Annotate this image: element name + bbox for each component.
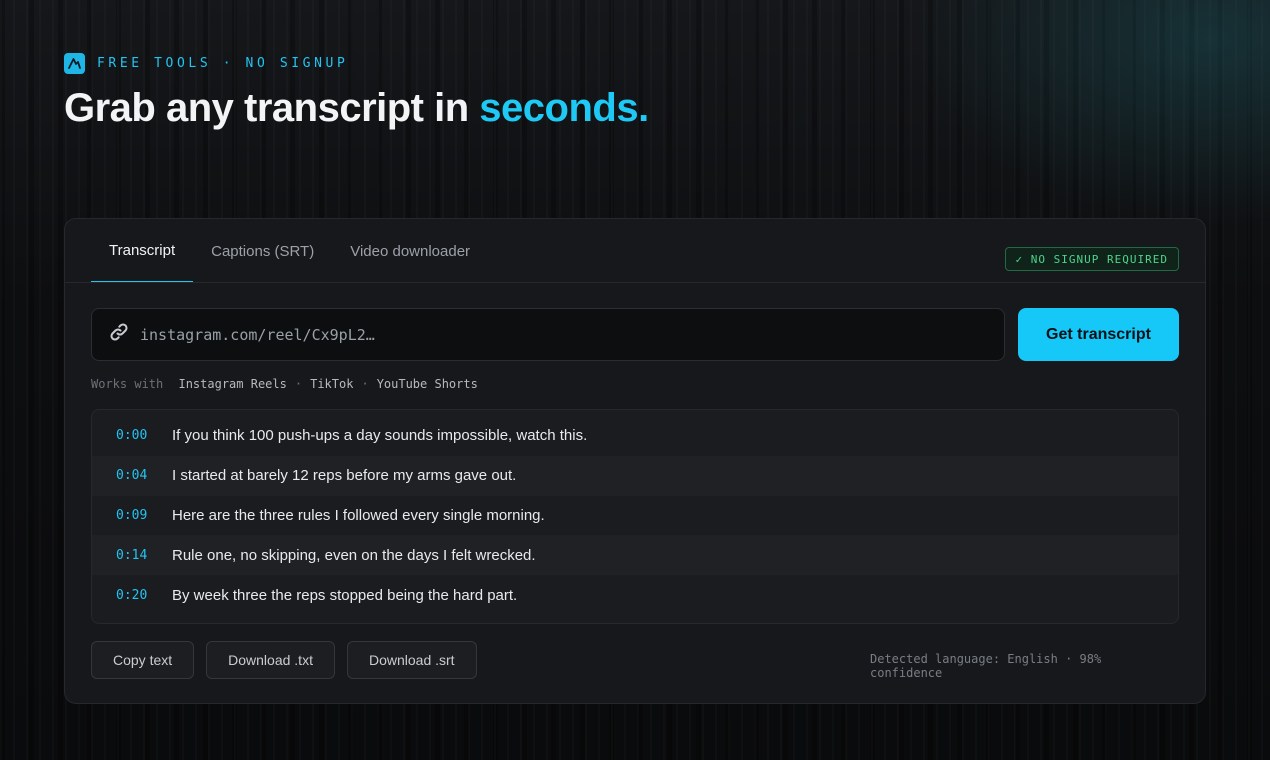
platform-tiktok: TikTok bbox=[310, 377, 354, 391]
platform-instagram-reels: Instagram Reels bbox=[178, 377, 287, 391]
download-txt-button[interactable]: Download .txt bbox=[206, 641, 335, 679]
tool-card: Transcript Captions (SRT) Video download… bbox=[64, 218, 1206, 704]
transcript-row: 0:00 If you think 100 push-ups a day sou… bbox=[92, 416, 1178, 456]
copy-text-button[interactable]: Copy text bbox=[91, 641, 195, 679]
separator: · bbox=[361, 377, 369, 391]
eyebrow-label: FREE TOOLS · NO SIGNUP bbox=[97, 56, 349, 71]
transcript-row: 0:14 Rule one, no skipping, even on the … bbox=[92, 535, 1178, 576]
transcript-text: By week three the reps stopped being the… bbox=[172, 586, 518, 604]
timestamp: 0:00 bbox=[116, 428, 148, 444]
transcript-row: 0:20 By week three the reps stopped bein… bbox=[92, 575, 1178, 615]
eyebrow: FREE TOOLS · NO SIGNUP bbox=[64, 53, 348, 74]
get-transcript-button[interactable]: Get transcript bbox=[1018, 308, 1179, 361]
transcript-list: 0:00 If you think 100 push-ups a day sou… bbox=[91, 409, 1179, 624]
link-icon bbox=[108, 321, 130, 348]
timestamp: 0:04 bbox=[116, 468, 148, 484]
tab-bar: Transcript Captions (SRT) Video download… bbox=[91, 219, 488, 283]
transcript-text: If you think 100 push-ups a day sounds i… bbox=[172, 427, 588, 445]
works-with-label: Works with bbox=[91, 377, 164, 391]
no-signup-badge: ✓ NO SIGNUP REQUIRED bbox=[1004, 247, 1179, 271]
transcript-text: I started at barely 12 reps before my ar… bbox=[172, 467, 517, 485]
url-input-wrapper[interactable] bbox=[91, 308, 1005, 361]
transcript-row: 0:09 Here are the three rules I followed… bbox=[92, 496, 1178, 536]
transcript-row: 0:04 I started at barely 12 reps before … bbox=[92, 455, 1178, 496]
tab-divider bbox=[65, 282, 1205, 283]
timestamp: 0:09 bbox=[116, 507, 148, 523]
detected-language: Detected language: English · 98% confide… bbox=[870, 652, 1102, 680]
timestamp: 0:20 bbox=[116, 587, 148, 603]
action-bar: Copy text Download .txt Download .srt bbox=[91, 641, 477, 679]
page-title-main: Grab any transcript in bbox=[64, 86, 480, 130]
tab-captions-srt[interactable]: Captions (SRT) bbox=[193, 219, 332, 283]
tab-transcript[interactable]: Transcript bbox=[91, 219, 194, 283]
download-srt-button[interactable]: Download .srt bbox=[346, 641, 477, 679]
url-input[interactable] bbox=[138, 324, 992, 345]
separator: · bbox=[294, 377, 303, 391]
platform-youtube-shorts: YouTube Shorts bbox=[376, 377, 478, 391]
transcript-text: Here are the three rules I followed ever… bbox=[172, 506, 545, 524]
works-with-note: Works with Instagram Reels · TikTok · YouTub… bbox=[91, 377, 478, 391]
timestamp: 0:14 bbox=[116, 547, 148, 563]
page-title-accent: seconds. bbox=[479, 86, 649, 130]
page-title: Grab any transcript in seconds. bbox=[64, 86, 649, 131]
logo-icon bbox=[64, 53, 85, 74]
transcript-text: Rule one, no skipping, even on the days … bbox=[172, 546, 536, 564]
tab-video-downloader[interactable]: Video downloader bbox=[332, 219, 488, 283]
